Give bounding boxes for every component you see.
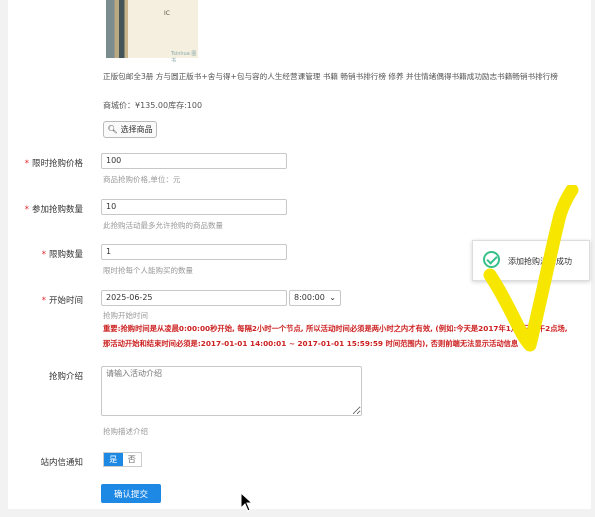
intro-label: 抢购介绍 [48,372,83,382]
confirm-submit-button[interactable]: 确认提交 [101,484,161,503]
select-product-label: 选择商品 [120,125,153,134]
book-cover-text: IC [164,10,170,17]
purchase-limit-help: 限时抢每个人能购买的数量 [103,266,193,275]
flash-quantity-label: * 参加抢购数量 [24,205,83,215]
product-image: IC Tsinhua 图书 [106,0,198,64]
start-time-help: 抢购开始时间 [103,311,148,320]
intro-help: 抢购描述介绍 [103,427,148,436]
start-time-warning-line2: 那活动开始和结束时间必须是:2017-01-01 14:00:01 ~ 2017… [103,339,519,348]
notice-no-option[interactable]: 否 [122,453,141,466]
site-notice-toggle[interactable]: 是 否 [103,452,142,467]
flash-quantity-help: 此抢购活动最多允许抢购的商品数量 [103,221,223,230]
yellow-checkmark-annotation [483,185,579,352]
product-price: 商城价：¥135.00库存:100 [103,101,203,110]
flash-price-help: 商品抢购价格,单位：元 [103,175,181,184]
purchase-limit-input[interactable]: 1 [101,244,287,260]
start-date-input[interactable]: 2025-06-25 [101,290,287,306]
start-hour-select[interactable]: 8:00:00 ⌄ [289,290,341,306]
flash-quantity-input[interactable]: 10 [101,199,287,215]
flash-price-input[interactable]: 100 [101,153,287,169]
book-brand-text: Tsinhua 图书 [171,51,197,64]
purchase-limit-label: * 限购数量 [41,250,83,260]
start-time-label: * 开始时间 [41,296,83,306]
intro-textarea[interactable] [101,366,362,416]
search-icon: 🔍︎ [107,125,118,134]
chevron-down-icon: ⌄ [329,293,336,302]
notice-yes-option[interactable]: 是 [104,453,123,466]
mouse-cursor-icon [240,492,254,512]
product-title: 正版包邮全3册 方与圆正版书+舍与得+包与容的人生经营课管理 书籍 畅销书排行榜… [103,72,558,81]
site-notice-label: 站内信通知 [40,458,83,468]
flash-price-label: * 限时抢购价格 [24,159,83,169]
select-product-button[interactable]: 🔍︎ 选择商品 [103,121,157,138]
